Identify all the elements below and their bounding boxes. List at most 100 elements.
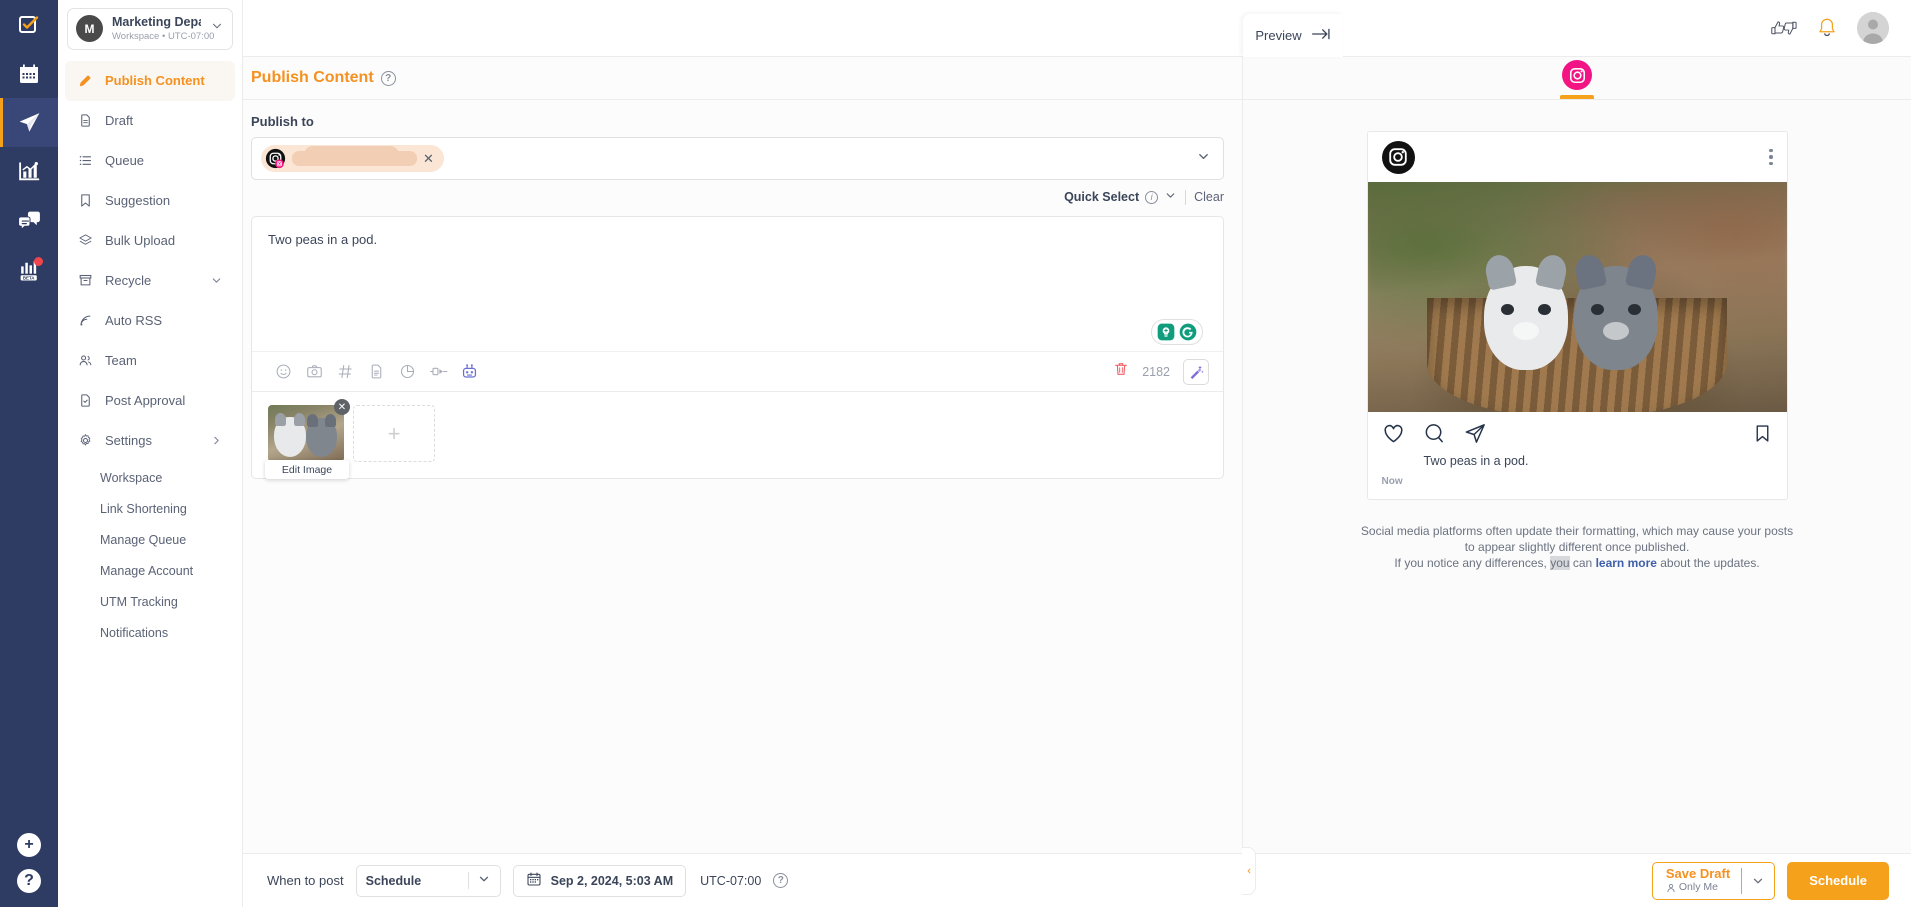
collapse-panel-handle[interactable] [1242, 847, 1256, 895]
ai-robot-icon[interactable] [454, 356, 485, 387]
schedule-button[interactable]: Schedule [1787, 861, 1889, 900]
workspace-text: Marketing Depart... Workspace • UTC-07:0… [112, 15, 214, 43]
sidebar-item-recycle[interactable]: Recycle [65, 261, 235, 301]
schedule-date-value: Sep 2, 2024, 5:03 AM [550, 873, 674, 888]
camera-icon[interactable] [299, 356, 330, 387]
rail-bottom-actions: + ? [17, 833, 41, 907]
grammarly-pill[interactable] [1151, 319, 1203, 345]
quick-select-button[interactable]: Quick Select i [1064, 189, 1177, 205]
delete-icon[interactable] [1113, 361, 1129, 382]
sidebar-item-suggestion[interactable]: Suggestion [65, 181, 235, 221]
remove-media-icon[interactable]: ✕ [334, 399, 350, 415]
divider [467, 872, 469, 889]
subnav-item-manage-account[interactable]: Manage Account [58, 556, 242, 587]
rss-icon [77, 312, 94, 329]
page-title: Publish Content [251, 69, 374, 86]
compose-textarea[interactable]: Two peas in a pod. [252, 217, 1223, 313]
rail-item-inbox[interactable] [0, 196, 58, 245]
schedule-mode-select[interactable]: Schedule [355, 864, 501, 897]
notification-bell-icon[interactable] [1817, 17, 1837, 39]
sidebar-item-label: Team [105, 353, 137, 369]
timezone-help-icon[interactable]: ? [773, 873, 789, 888]
subnav-item-notifications[interactable]: Notifications [58, 618, 242, 649]
remove-account-icon[interactable]: ✕ [423, 152, 434, 165]
sidebar-item-post-approval[interactable]: Post Approval [65, 381, 235, 421]
media-thumbnail[interactable]: ✕ Edit Image [265, 399, 350, 479]
rail-item-reports[interactable]: BETA [0, 245, 58, 294]
disclaimer-part-a: If you notice any differences, [1394, 556, 1551, 571]
post-image [1367, 182, 1787, 412]
disclaimer-line-2: to appear slightly different once publis… [1464, 540, 1690, 555]
save-draft-button[interactable]: Save Draft Only Me [1651, 861, 1776, 900]
sidebar-item-auto-rss[interactable]: Auto RSS [65, 301, 235, 341]
gear-icon [77, 432, 94, 449]
chevron-right-icon[interactable] [210, 434, 223, 447]
bookmark-icon[interactable] [1752, 423, 1773, 444]
chevron-down-icon[interactable] [1164, 189, 1177, 205]
sidebar-item-bulk-upload[interactable]: Bulk Upload [65, 221, 235, 261]
like-heart-icon[interactable] [1382, 422, 1405, 445]
clear-button[interactable]: Clear [1194, 190, 1224, 204]
magic-wand-icon[interactable] [1183, 358, 1209, 385]
share-icon[interactable] [1464, 422, 1487, 445]
toolbar-right: 2182 [1113, 358, 1209, 385]
sidebar-item-settings[interactable]: Settings [65, 421, 235, 461]
rail-item-calendar[interactable] [0, 49, 58, 98]
chevron-down-icon[interactable] [1742, 874, 1774, 888]
grammarly-logo-icon [1179, 323, 1197, 341]
preview-toggle-button[interactable]: Preview [1243, 14, 1343, 57]
plugin-icon[interactable] [423, 356, 454, 387]
publish-to-label: Publish to [251, 114, 314, 129]
learn-more-link[interactable]: learn more [1596, 556, 1657, 570]
chevron-down-icon[interactable] [477, 872, 491, 889]
help-icon[interactable]: ? [380, 70, 396, 86]
tab-instagram[interactable] [1560, 60, 1594, 99]
post-caption: Two peas in a pod. [1368, 454, 1787, 468]
chart-icon[interactable] [392, 356, 423, 387]
emoji-icon[interactable] [268, 356, 299, 387]
user-avatar[interactable] [1857, 12, 1889, 44]
active-tab-indicator [1560, 95, 1594, 99]
add-icon[interactable]: + [17, 833, 41, 857]
person-icon [1667, 884, 1675, 893]
thumbnail-image [268, 405, 344, 462]
subnav-item-link-shortening[interactable]: Link Shortening [58, 494, 242, 525]
instagram-post-preview: Two peas in a pod. Now [1366, 131, 1788, 500]
template-icon[interactable] [361, 356, 392, 387]
publish-to-field[interactable]: ✕ [251, 137, 1224, 180]
kitten-left [274, 413, 306, 457]
rail-item-tasks[interactable] [0, 0, 58, 49]
editor-header: Publish Content ? [243, 57, 1242, 100]
bookmark-icon [77, 192, 94, 209]
calendar-icon [20, 64, 38, 83]
preview-column: Preview Two peas in a pod. Now Social me… [1242, 14, 1911, 895]
workspace-selector[interactable]: M Marketing Depart... Workspace • UTC-07… [67, 8, 233, 50]
chevron-down-icon[interactable] [210, 274, 223, 287]
account-name-redacted [292, 146, 417, 166]
edit-image-button[interactable]: Edit Image [265, 460, 349, 479]
account-chip[interactable]: ✕ [261, 145, 444, 172]
info-icon[interactable]: i [1145, 190, 1159, 204]
add-media-button[interactable]: + [353, 405, 435, 462]
schedule-date-field[interactable]: Sep 2, 2024, 5:03 AM [512, 864, 687, 897]
chevron-down-icon[interactable] [210, 19, 224, 38]
publish-to-chevron-down-icon[interactable] [1196, 149, 1211, 169]
compose-card: Two peas in a pod. 2182 ✕ Edit Image + [251, 216, 1224, 479]
subnav-item-manage-queue[interactable]: Manage Queue [58, 525, 242, 556]
subnav-item-utm-tracking[interactable]: UTM Tracking [58, 587, 242, 618]
rail-item-analytics[interactable] [0, 147, 58, 196]
comment-icon[interactable] [1423, 422, 1446, 445]
preview-tabbar: Preview [1243, 14, 1911, 100]
sidebar-item-queue[interactable]: Queue [65, 141, 235, 181]
rail-item-publish[interactable] [0, 98, 58, 147]
thumbs-up-down-icon[interactable] [1771, 19, 1797, 37]
sidebar-item-team[interactable]: Team [65, 341, 235, 381]
more-options-icon[interactable] [1769, 148, 1773, 166]
sidebar-item-draft[interactable]: Draft [65, 101, 235, 141]
save-draft-visibility-label: Only Me [1678, 881, 1718, 894]
help-icon[interactable]: ? [17, 869, 41, 893]
subnav-item-workspace[interactable]: Workspace [58, 463, 242, 494]
document-icon [77, 112, 94, 129]
sidebar-item-publish-content[interactable]: Publish Content [65, 60, 235, 101]
hashtag-icon[interactable] [330, 356, 361, 387]
